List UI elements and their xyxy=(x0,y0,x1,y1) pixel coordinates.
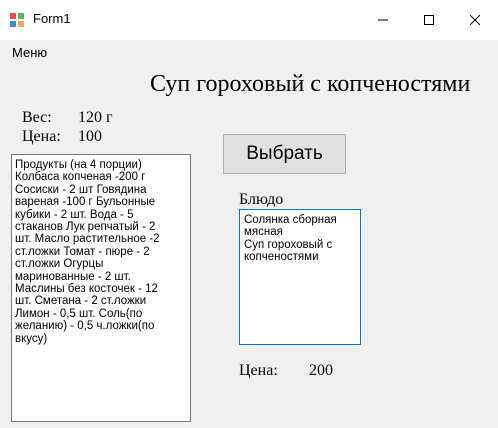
bottom-price-label: Цена: xyxy=(239,362,278,379)
price-value: 100 xyxy=(78,128,102,145)
maximize-button[interactable] xyxy=(406,0,452,40)
minimize-icon xyxy=(378,19,388,21)
dish-label: Блюдо xyxy=(239,191,284,208)
ingredients-textbox[interactable]: Продукты (на 4 порции) Колбаса копченая … xyxy=(11,154,191,422)
weight-label: Вес: xyxy=(22,109,52,126)
minimize-button[interactable] xyxy=(360,0,406,40)
select-button[interactable]: Выбрать xyxy=(223,134,346,174)
bottom-price-value: 200 xyxy=(309,362,333,379)
close-icon xyxy=(470,15,480,25)
dish-listbox[interactable]: Солянка сборная мясная Суп гороховый с к… xyxy=(239,209,361,345)
window-title: Form1 xyxy=(33,11,71,26)
winforms-app-icon xyxy=(10,13,24,27)
title-bar: Form1 xyxy=(0,0,498,40)
dish-title: Суп гороховый с копченостями xyxy=(150,71,471,97)
menu-bar: Меню xyxy=(0,40,498,64)
close-button[interactable] xyxy=(452,0,498,40)
list-item[interactable]: Солянка сборная мясная xyxy=(244,214,356,239)
list-item[interactable]: Суп гороховый с копченостями xyxy=(244,239,356,264)
price-label: Цена: xyxy=(22,128,61,145)
maximize-icon xyxy=(424,15,434,25)
weight-value: 120 г xyxy=(78,109,113,126)
menu-item-menu[interactable]: Меню xyxy=(12,45,47,60)
